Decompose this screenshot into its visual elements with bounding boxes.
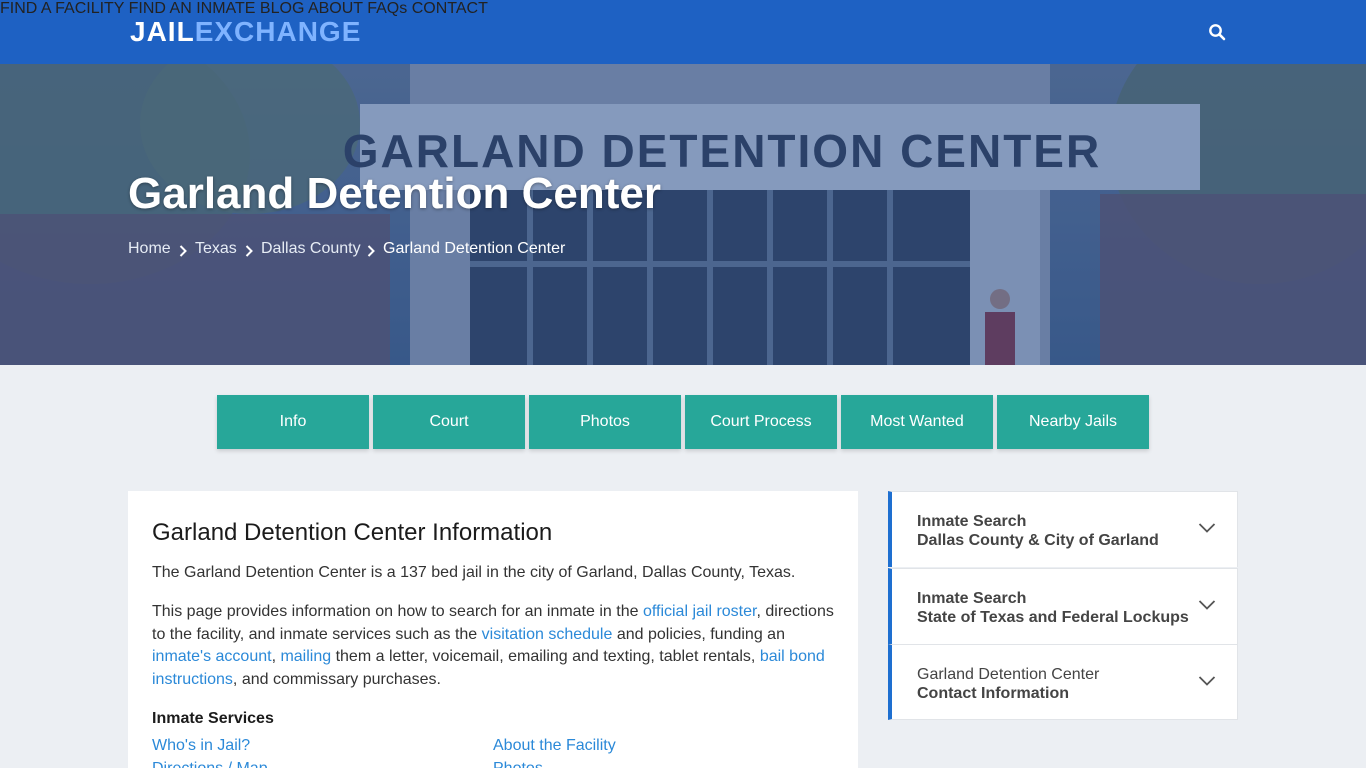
accordion-title: Garland Detention Center [917,666,1100,683]
nav-faqs[interactable]: FAQs [367,0,407,17]
breadcrumb-home[interactable]: Home [128,240,171,258]
official-jail-roster-link[interactable]: official jail roster [643,603,757,620]
chevron-down-icon [1198,600,1216,610]
chevron-right-icon [245,245,253,257]
service-link-about-facility[interactable]: About the Facility [493,736,616,756]
search-icon[interactable] [1208,23,1226,41]
tab-info[interactable]: Info [217,395,369,449]
mailing-link[interactable]: mailing [280,648,331,665]
nav-contact[interactable]: CONTACT [412,0,488,17]
service-link-whos-in-jail[interactable]: Who's in Jail? [152,736,250,756]
accordion-subtitle: Contact Information [917,685,1069,702]
accordion-inmate-search-county[interactable]: Inmate Search Dallas County & City of Ga… [888,491,1238,567]
facility-info-card: Garland Detention Center Information The… [128,491,858,768]
tab-nearby-jails[interactable]: Nearby Jails [997,395,1149,449]
accordion-title: Inmate Search [917,590,1027,607]
accordion-contact-information[interactable]: Garland Detention Center Contact Informa… [888,644,1238,720]
intro-paragraph: The Garland Detention Center is a 137 be… [152,564,796,581]
service-link-directions[interactable]: Directions / Map [152,759,268,768]
inmate-services-heading: Inmate Services [152,710,274,727]
chevron-down-icon [1198,523,1216,533]
accordion-title: Inmate Search [917,513,1027,530]
page-title: Garland Detention Center [128,169,661,218]
breadcrumb-dallas-county[interactable]: Dallas County [261,240,361,258]
inmate-account-link[interactable]: inmate's account [152,648,272,665]
breadcrumb-texas[interactable]: Texas [195,240,237,258]
accordion-inmate-search-state[interactable]: Inmate Search State of Texas and Federal… [888,568,1238,644]
chevron-down-icon [1198,676,1216,686]
breadcrumb-current: Garland Detention Center [383,240,566,257]
chevron-right-icon [367,245,375,257]
tab-court[interactable]: Court [373,395,525,449]
description-paragraph: This page provides information on how to… [152,603,834,688]
nav-find-facility[interactable]: FIND A FACILITY [0,0,124,17]
tab-court-process[interactable]: Court Process [685,395,837,449]
service-link-photos[interactable]: Photos [493,759,543,768]
logo-exchange: EXCHANGE [194,16,362,47]
accordion-subtitle: State of Texas and Federal Lockups [917,609,1189,626]
section-heading: Garland Detention Center Information [152,519,553,546]
site-logo[interactable]: JAILEXCHANGE [130,14,361,50]
logo-jail: JAIL [130,16,195,47]
accordion-subtitle: Dallas County & City of Garland [917,532,1159,549]
visitation-schedule-link[interactable]: visitation schedule [482,626,613,643]
top-navbar: JAILEXCHANGE FIND A FACILITY FIND AN INM… [0,0,1366,64]
tab-photos[interactable]: Photos [529,395,681,449]
hero-banner: GARLAND DETENTION CENTER Garland Detenti… [0,64,1366,365]
tab-most-wanted[interactable]: Most Wanted [841,395,993,449]
chevron-right-icon [179,245,187,257]
